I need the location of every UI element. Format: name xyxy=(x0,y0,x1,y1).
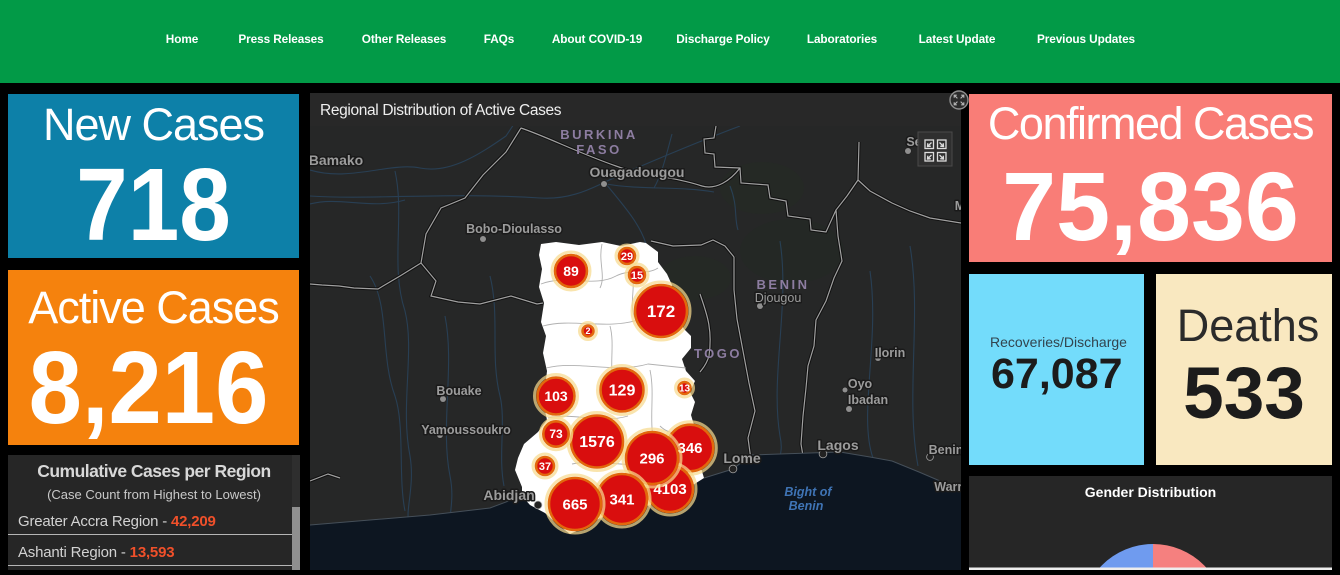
svg-text:665: 665 xyxy=(562,496,587,513)
svg-text:Djougou: Djougou xyxy=(755,291,802,305)
svg-text:TOGO: TOGO xyxy=(694,346,742,361)
svg-text:341: 341 xyxy=(609,491,634,508)
svg-text:172: 172 xyxy=(647,302,675,321)
svg-text:M: M xyxy=(955,199,961,213)
svg-text:Ouagadougou: Ouagadougou xyxy=(590,164,685,180)
svg-text:296: 296 xyxy=(639,450,664,467)
svg-text:Yamoussoukro: Yamoussoukro xyxy=(421,423,511,437)
svg-text:129: 129 xyxy=(609,383,636,400)
svg-text:Bight of: Bight of xyxy=(784,485,833,499)
svg-text:Benin: Benin xyxy=(929,443,961,457)
svg-text:Lagos: Lagos xyxy=(817,437,858,453)
svg-text:Warri: Warri xyxy=(934,480,961,494)
svg-text:BURKINA: BURKINA xyxy=(560,127,637,142)
svg-text:BENIN: BENIN xyxy=(757,277,810,292)
svg-text:29: 29 xyxy=(621,251,633,263)
svg-text:Ibadan: Ibadan xyxy=(848,393,888,407)
svg-text:Benin: Benin xyxy=(789,499,824,513)
svg-text:Oyo: Oyo xyxy=(848,377,873,391)
svg-text:2: 2 xyxy=(585,326,590,336)
svg-text:Bobo-Dioulasso: Bobo-Dioulasso xyxy=(466,222,562,236)
svg-text:15: 15 xyxy=(631,270,643,282)
svg-text:FASO: FASO xyxy=(576,142,621,157)
svg-text:Bouake: Bouake xyxy=(436,384,481,398)
svg-text:103: 103 xyxy=(544,388,568,404)
svg-text:89: 89 xyxy=(563,263,579,279)
svg-text:37: 37 xyxy=(539,461,551,473)
svg-text:1576: 1576 xyxy=(579,434,615,451)
svg-text:Ilorin: Ilorin xyxy=(875,346,906,360)
svg-text:Bamako: Bamako xyxy=(310,152,363,168)
svg-text:13: 13 xyxy=(679,384,691,395)
svg-text:73: 73 xyxy=(549,427,563,441)
svg-text:Abidjan: Abidjan xyxy=(483,487,534,503)
svg-text:Lome: Lome xyxy=(723,450,761,466)
